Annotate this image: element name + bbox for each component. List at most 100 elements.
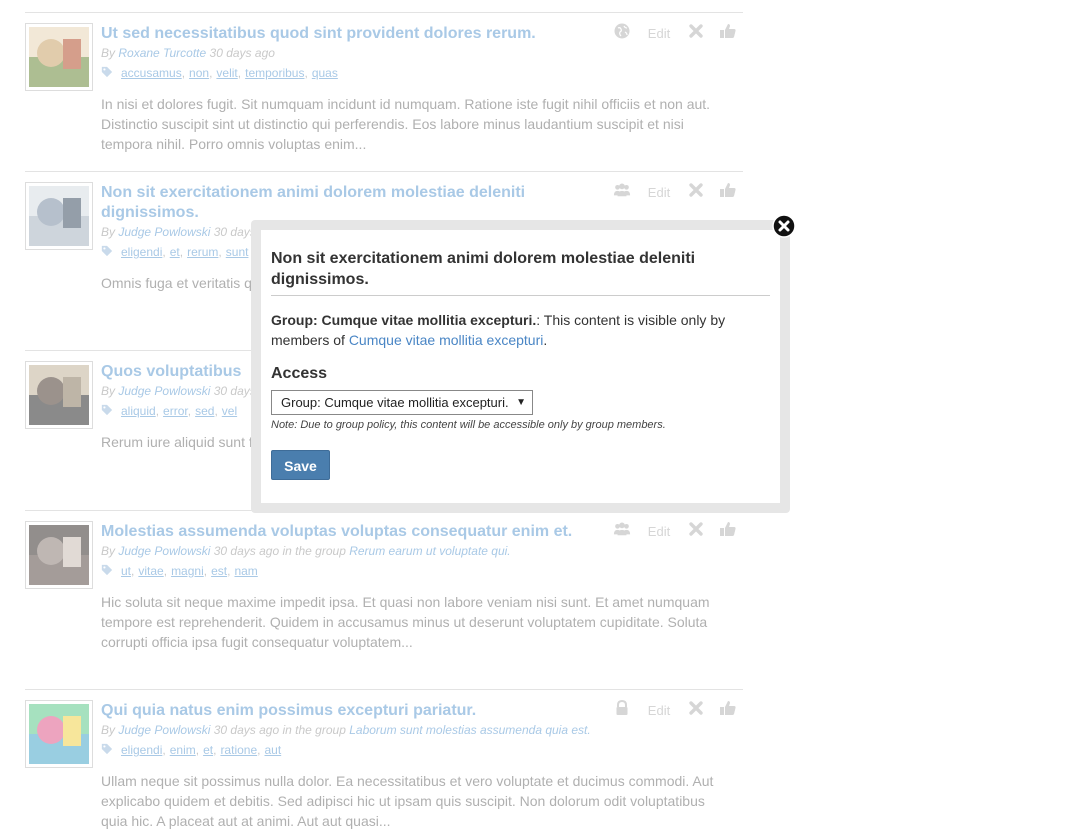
access-label: Access: [271, 365, 328, 382]
group-link[interactable]: Laborum sunt molestias assumenda quia es…: [349, 723, 590, 737]
post-meta: By Judge Powlowski 30 days ago in the gr…: [101, 722, 743, 739]
post-thumbnail[interactable]: [25, 182, 93, 250]
tag-link[interactable]: sed: [195, 404, 214, 418]
tag-link[interactable]: aut: [264, 743, 281, 757]
post-thumbnail[interactable]: [25, 361, 93, 429]
access-note: Note: Due to group policy, this content …: [271, 419, 666, 431]
tag-link[interactable]: rerum: [187, 245, 218, 259]
tag-link[interactable]: non: [189, 66, 209, 80]
tag-link[interactable]: accusamus: [121, 66, 182, 80]
group-link[interactable]: Cumque vitae mollitia excepturi: [349, 332, 544, 348]
tag-icon: [101, 743, 121, 757]
like-icon[interactable]: [719, 520, 737, 543]
group-icon[interactable]: [613, 520, 631, 543]
tag-link[interactable]: magni: [171, 564, 204, 578]
author-link[interactable]: Judge Powlowski: [118, 225, 210, 239]
tag-link[interactable]: et: [203, 743, 213, 757]
post-meta: By Roxane Turcotte 30 days ago: [101, 45, 743, 62]
visibility-group-strong: Group: Cumque vitae mollitia excepturi.: [271, 312, 537, 328]
tag-link[interactable]: eligendi: [121, 245, 162, 259]
tag-link[interactable]: ut: [121, 564, 131, 578]
tag-separator: ,: [209, 66, 213, 80]
tag-separator: ,: [237, 66, 242, 80]
post-actions: Edit: [613, 699, 737, 722]
post-title[interactable]: Non sit exercitationem animi dolorem mol…: [101, 183, 581, 223]
tag-link[interactable]: temporibus: [245, 66, 304, 80]
access-modal-content: Non sit exercitationem animi dolorem mol…: [261, 230, 780, 503]
author-link[interactable]: Roxane Turcotte: [118, 46, 206, 60]
by-label: By: [101, 544, 116, 558]
modal-title: Non sit exercitationem animi dolorem mol…: [271, 248, 770, 296]
edit-link[interactable]: Edit: [645, 26, 673, 41]
by-label: By: [101, 225, 116, 239]
post-time: 30 days ago: [209, 46, 275, 60]
post-excerpt: In nisi et dolores fugit. Sit numquam in…: [101, 96, 711, 152]
tag-separator: ,: [218, 245, 222, 259]
group-icon[interactable]: [613, 181, 631, 204]
tag-link[interactable]: error: [163, 404, 188, 418]
post-title[interactable]: Ut sed necessitatibus quod sint providen…: [101, 24, 581, 44]
post-excerpt: Hic soluta sit neque maxime impedit ipsa…: [101, 594, 710, 650]
post-item: Molestias assumenda voluptas voluptas co…: [25, 510, 743, 689]
tag-link[interactable]: est: [211, 564, 227, 578]
tag-separator: ,: [163, 564, 168, 578]
tag-separator: ,: [227, 564, 231, 578]
post-title[interactable]: Molestias assumenda voluptas voluptas co…: [101, 522, 581, 542]
post-thumbnail[interactable]: [25, 700, 93, 768]
delete-icon[interactable]: [687, 181, 705, 204]
tag-separator: ,: [131, 564, 135, 578]
like-icon[interactable]: [719, 181, 737, 204]
post-actions: Edit: [613, 22, 737, 45]
close-icon[interactable]: [772, 214, 796, 238]
tag-link[interactable]: aliquid: [121, 404, 156, 418]
post-thumbnail[interactable]: [25, 521, 93, 589]
tag-link[interactable]: quas: [312, 66, 338, 80]
post-title[interactable]: Qui quia natus enim possimus excepturi p…: [101, 701, 581, 721]
tag-link[interactable]: enim: [170, 743, 196, 757]
group-prefix: in the group: [282, 723, 346, 737]
edit-link[interactable]: Edit: [645, 524, 673, 539]
tag-link[interactable]: vel: [222, 404, 237, 418]
post-thumbnail[interactable]: [25, 23, 93, 91]
tag-separator: ,: [304, 66, 308, 80]
delete-icon[interactable]: [687, 22, 705, 45]
author-link[interactable]: Judge Powlowski: [118, 384, 210, 398]
post-meta: By Judge Powlowski 30 days ago in the gr…: [101, 543, 743, 560]
tag-separator: ,: [162, 743, 166, 757]
tag-link[interactable]: et: [170, 245, 180, 259]
post-tags: accusamus, non, velit, temporibus, quas: [101, 64, 743, 82]
visibility-end: .: [543, 332, 548, 348]
author-link[interactable]: Judge Powlowski: [118, 544, 210, 558]
delete-icon[interactable]: [687, 520, 705, 543]
tag-separator: ,: [162, 245, 166, 259]
like-icon[interactable]: [719, 22, 737, 45]
delete-icon[interactable]: [687, 699, 705, 722]
tag-link[interactable]: velit: [216, 66, 237, 80]
post-tags: ut, vitae, magni, est, nam: [101, 562, 743, 580]
post-excerpt: Ullam neque sit possimus nulla dolor. Ea…: [101, 773, 714, 829]
caret-down-icon: ▼: [516, 397, 526, 408]
tag-link[interactable]: sunt: [226, 245, 249, 259]
globe-icon[interactable]: [613, 22, 631, 45]
post-tags: eligendi, enim, et, ratione, aut: [101, 741, 743, 759]
access-select-value: Group: Cumque vitae mollitia excepturi.: [281, 395, 509, 410]
group-link[interactable]: Rerum earum ut voluptate qui.: [349, 544, 510, 558]
edit-link[interactable]: Edit: [645, 703, 673, 718]
post-actions: Edit: [613, 520, 737, 543]
save-button[interactable]: Save: [271, 450, 330, 480]
tag-link[interactable]: vitae: [138, 564, 163, 578]
tag-separator: ,: [195, 743, 200, 757]
tag-separator: ,: [214, 404, 218, 418]
tag-link[interactable]: nam: [234, 564, 257, 578]
edit-link[interactable]: Edit: [645, 185, 673, 200]
access-select[interactable]: Group: Cumque vitae mollitia excepturi. …: [271, 390, 533, 415]
tag-link[interactable]: eligendi: [121, 743, 162, 757]
tag-icon: [101, 245, 121, 259]
author-link[interactable]: Judge Powlowski: [118, 723, 210, 737]
tag-separator: ,: [181, 66, 186, 80]
tag-link[interactable]: ratione: [220, 743, 257, 757]
post-time: 30 days ago: [213, 723, 280, 737]
access-modal: Non sit exercitationem animi dolorem mol…: [251, 220, 790, 513]
lock-icon[interactable]: [613, 699, 631, 722]
like-icon[interactable]: [719, 699, 737, 722]
